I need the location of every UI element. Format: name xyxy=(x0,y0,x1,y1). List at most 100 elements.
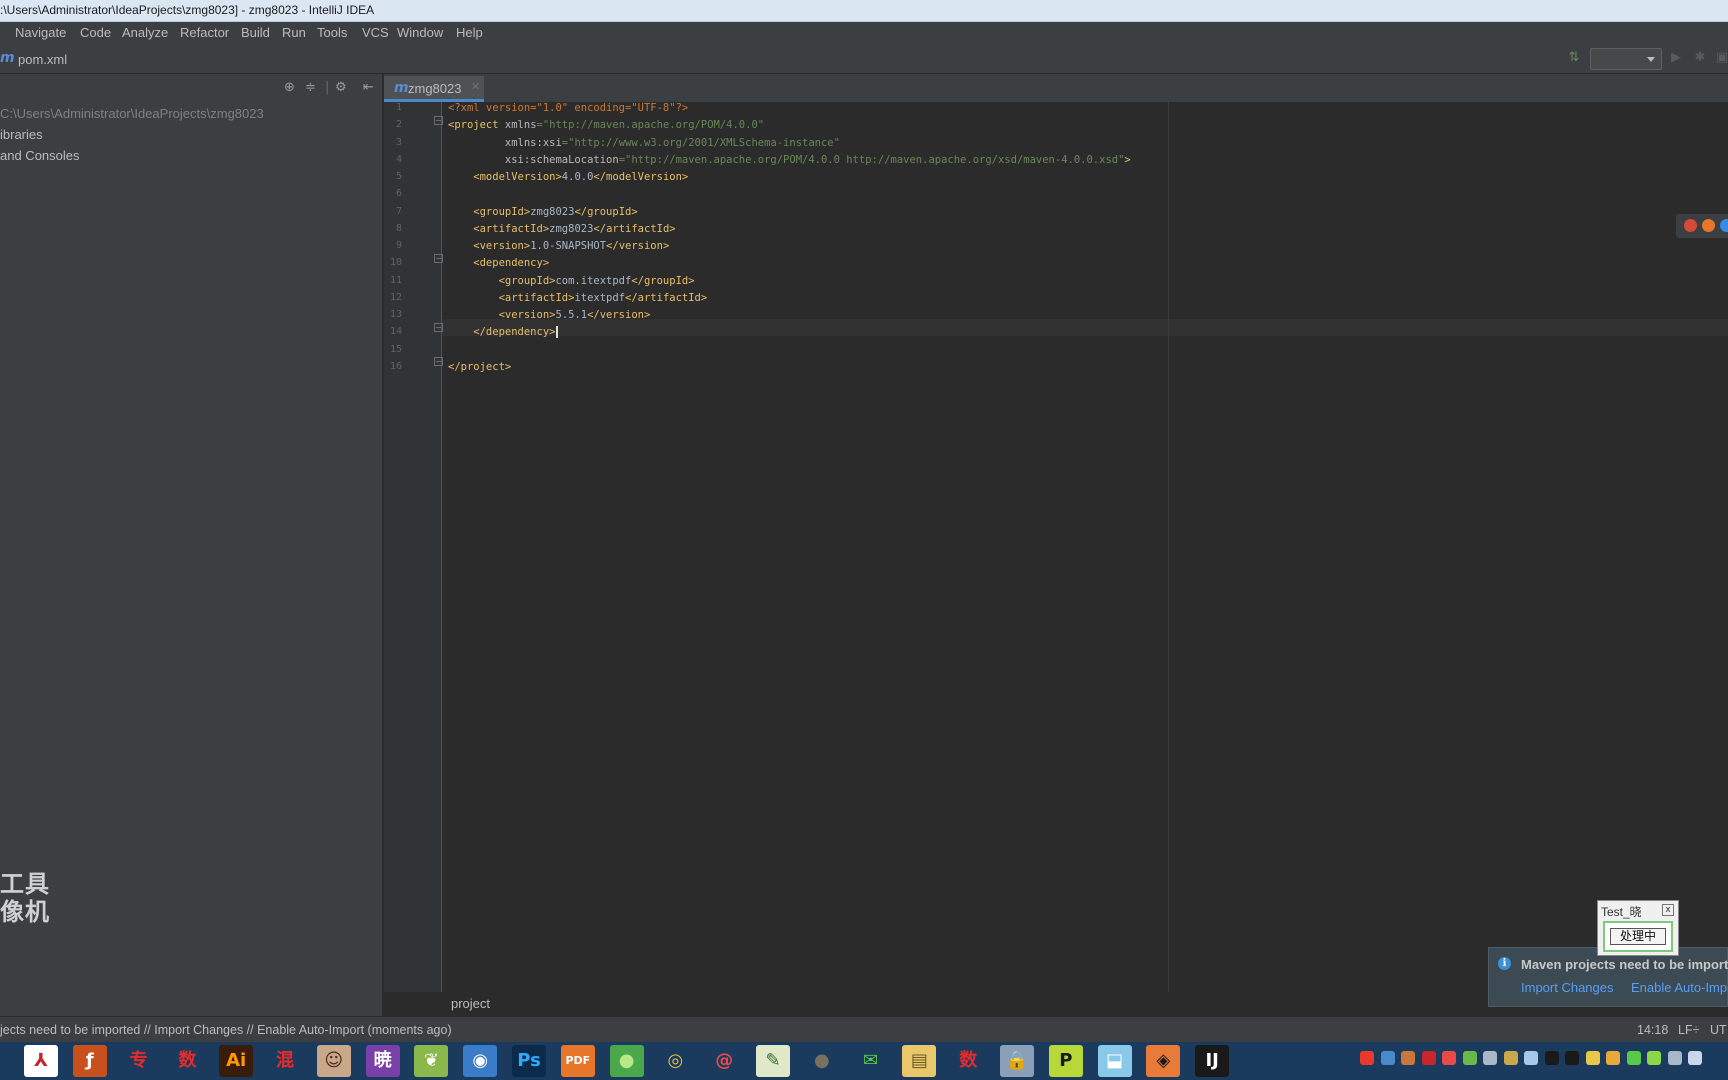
bell-icon[interactable] xyxy=(1483,1051,1497,1065)
menu-run[interactable]: Run xyxy=(282,25,306,40)
photo-avatar-icon[interactable]: ☺ xyxy=(316,1045,351,1077)
status-message[interactable]: jects need to be imported // Import Chan… xyxy=(0,1023,452,1037)
menu-vcs[interactable]: VCS xyxy=(362,25,389,40)
debug-icon[interactable]: ✱ xyxy=(1692,50,1708,66)
code-line[interactable]: xmlns:xsi="http://www.w3.org/2001/XMLSch… xyxy=(448,137,840,149)
bird-app-icon[interactable]: ◈ xyxy=(1146,1045,1181,1077)
menu-analyze[interactable]: Analyze xyxy=(122,25,168,40)
qq-icon-2[interactable] xyxy=(1565,1051,1579,1065)
media-ball-icon[interactable]: ● xyxy=(804,1045,839,1077)
tree-external-libraries[interactable]: ibraries xyxy=(0,127,43,142)
code-line[interactable]: <version>5.5.1</version> xyxy=(448,309,651,321)
code-line[interactable]: <artifactId>itextpdf</artifactId> xyxy=(448,292,708,304)
notepad-icon[interactable]: ✎ xyxy=(756,1045,790,1077)
hun-icon[interactable]: 混 xyxy=(268,1045,302,1077)
tree-project-root-path[interactable]: C:\Users\Administrator\IdeaProjects\zmg8… xyxy=(0,106,264,121)
run-icon[interactable]: ▶ xyxy=(1668,50,1684,66)
wechat-icon[interactable]: ✉ xyxy=(853,1045,888,1077)
fold-marker-dependency-end[interactable]: − xyxy=(434,323,443,332)
hide-panel-icon[interactable]: ⇤ xyxy=(363,80,374,95)
code-editor[interactable]: 1 2 3 4 5 6 7 8 9 10 11 12 13 14 15 16 <?xml version="1… xyxy=(384,102,1728,992)
caret-position[interactable]: 14:18 xyxy=(1637,1023,1668,1037)
tray-app-icon-9[interactable] xyxy=(1647,1051,1661,1065)
firefox-preview-icon[interactable] xyxy=(1702,219,1715,232)
menu-tools[interactable]: Tools xyxy=(317,25,347,40)
code-line[interactable]: <dependency> xyxy=(448,257,549,269)
green-ball-icon[interactable]: ● xyxy=(609,1045,644,1077)
tab-label: zmg8023 xyxy=(408,81,462,96)
illustrator-icon[interactable]: Ai xyxy=(219,1045,254,1077)
run-configuration-select[interactable] xyxy=(1590,48,1662,70)
enable-auto-import-link[interactable]: Enable Auto-Imp xyxy=(1631,980,1727,995)
safari-preview-icon[interactable] xyxy=(1720,219,1728,232)
intellij-icon[interactable]: IJ xyxy=(1195,1045,1230,1077)
file-encoding[interactable]: UT xyxy=(1710,1023,1727,1037)
code-line[interactable]: <groupId>com.itextpdf</groupId> xyxy=(448,275,695,287)
globe-icon[interactable]: ◉ xyxy=(463,1045,498,1077)
menu-navigate[interactable]: Navigate xyxy=(15,25,66,40)
collapse-icon[interactable]: ≑ xyxy=(305,80,316,95)
code-line[interactable]: <?xml version="1.0" encoding="UTF-8"?> xyxy=(448,102,688,114)
network-icon[interactable] xyxy=(1524,1051,1538,1065)
acrobat-icon[interactable]: ⅄ xyxy=(24,1045,58,1077)
line-separator[interactable]: LF÷ xyxy=(1678,1023,1699,1037)
spiral-app-icon[interactable]: @ xyxy=(707,1045,742,1077)
flash-icon[interactable]: ƒ xyxy=(72,1045,107,1077)
tray-app-icon-7[interactable] xyxy=(1606,1051,1620,1065)
leaf-app-icon[interactable]: ❦ xyxy=(414,1045,449,1077)
code-line[interactable]: <artifactId>zmg8023</artifactId> xyxy=(448,223,675,235)
sogou-icon[interactable] xyxy=(1360,1051,1374,1065)
display-icon[interactable] xyxy=(1667,1051,1682,1065)
tab-close-icon[interactable]: ✕ xyxy=(471,80,480,93)
tray-app-icon-2[interactable] xyxy=(1401,1051,1415,1065)
tray-app-icon-6[interactable] xyxy=(1585,1051,1600,1065)
menu-code[interactable]: Code xyxy=(80,25,111,40)
tray-app-icon-3[interactable] xyxy=(1442,1051,1456,1065)
code-line[interactable]: <modelVersion>4.0.0</modelVersion> xyxy=(448,171,688,183)
code-line[interactable]: <groupId>zmg8023</groupId> xyxy=(448,206,637,218)
chrome-preview-icon[interactable] xyxy=(1684,219,1697,232)
line-number: 1 xyxy=(395,102,402,113)
tab-zmg8023[interactable]: m zmg8023 ✕ xyxy=(384,76,484,102)
code-line[interactable]: </dependency> xyxy=(448,326,559,339)
import-changes-link[interactable]: Import Changes xyxy=(1521,980,1614,995)
tray-app-icon-1[interactable] xyxy=(1380,1051,1395,1065)
menu-build[interactable]: Build xyxy=(241,25,270,40)
vcs-update-icon[interactable]: ⇅ xyxy=(1566,50,1582,66)
tray-app-icon-4[interactable] xyxy=(1462,1051,1477,1065)
pdf-tool-icon[interactable]: PDF xyxy=(560,1045,595,1077)
editor-breadcrumb-project[interactable]: project xyxy=(451,996,490,1011)
tree-scratches-and-consoles[interactable]: and Consoles xyxy=(0,148,80,163)
code-line[interactable]: </project> xyxy=(448,361,511,373)
pycharm-icon[interactable]: P xyxy=(1048,1045,1083,1077)
menu-help[interactable]: Help xyxy=(456,25,483,40)
code-line[interactable]: xsi:schemaLocation="http://maven.apache.… xyxy=(448,154,1131,166)
shu2-icon[interactable]: 数 xyxy=(951,1045,986,1077)
volume-icon[interactable] xyxy=(1688,1051,1702,1065)
code-line[interactable]: <version>1.0-SNAPSHOT</version> xyxy=(448,240,669,252)
lock-app-icon[interactable]: 🔒 xyxy=(1000,1045,1034,1077)
shu-icon[interactable]: 数 xyxy=(170,1045,205,1077)
tool-app-icon[interactable]: ⬓ xyxy=(1097,1045,1132,1077)
breadcrumb-pom-xml[interactable]: pom.xml xyxy=(18,52,67,67)
processing-button[interactable]: 处理中 xyxy=(1610,928,1666,945)
tray-acrobat-icon[interactable] xyxy=(1421,1051,1436,1065)
photoshop-icon[interactable]: Ps xyxy=(512,1045,546,1077)
chrome-icon[interactable]: ◎ xyxy=(658,1045,693,1077)
folder-icon[interactable]: ▤ xyxy=(902,1045,937,1077)
locate-icon[interactable]: ⊕ xyxy=(284,80,295,95)
menu-refactor[interactable]: Refactor xyxy=(180,25,229,40)
menu-window[interactable]: Window xyxy=(397,25,443,40)
qq-icon-1[interactable] xyxy=(1544,1051,1559,1065)
gear-icon[interactable]: ⚙ xyxy=(335,80,347,95)
fold-marker-dependency[interactable]: − xyxy=(434,254,443,263)
xiao-icon[interactable]: 暁 xyxy=(365,1045,400,1077)
coverage-icon[interactable]: ▣ xyxy=(1714,50,1728,66)
close-icon[interactable]: x xyxy=(1662,904,1674,916)
tray-app-icon-8[interactable] xyxy=(1626,1051,1641,1065)
code-line[interactable]: <project xmlns="http://maven.apache.org/… xyxy=(448,119,764,131)
fold-marker-project[interactable]: − xyxy=(434,116,443,125)
zhuan-icon[interactable]: 专 xyxy=(121,1045,156,1077)
fold-marker-project-end[interactable]: − xyxy=(434,357,443,366)
tray-app-icon-5[interactable] xyxy=(1503,1051,1518,1065)
